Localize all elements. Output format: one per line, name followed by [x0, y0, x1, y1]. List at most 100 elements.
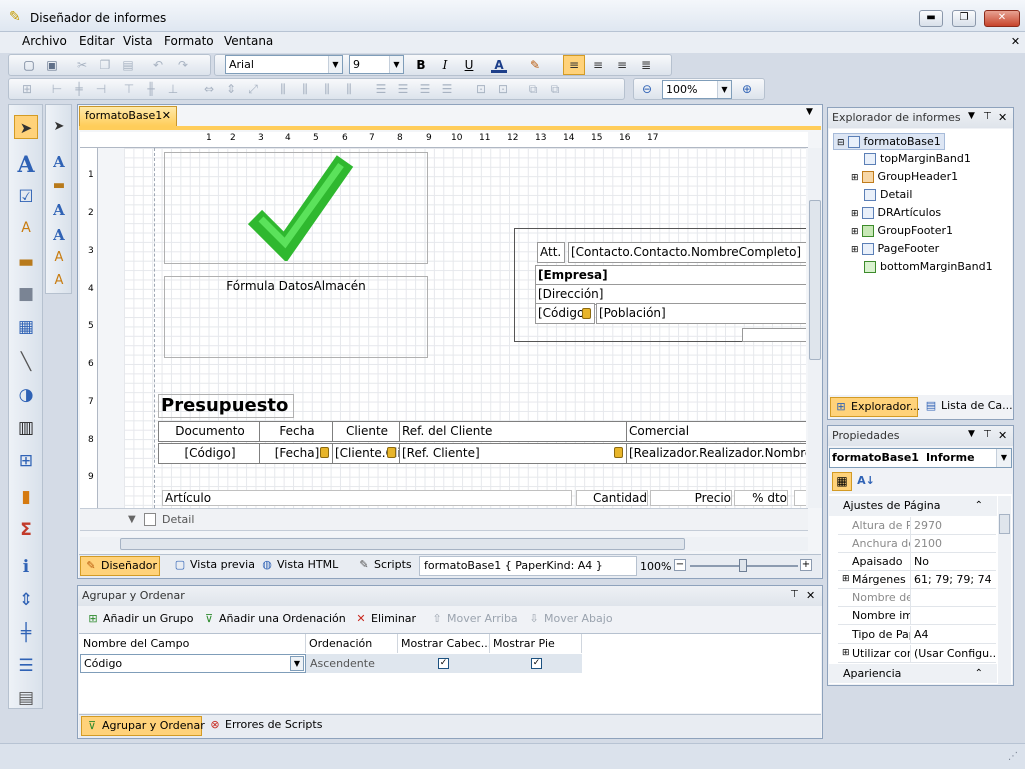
align-rights-icon[interactable]: ⊣: [93, 81, 109, 97]
value-cliente[interactable]: [Cliente.Cli: [332, 443, 400, 464]
font-color-button[interactable]: A: [491, 57, 507, 73]
v-spacing-equal-icon[interactable]: ☰: [373, 81, 389, 97]
menu-archivo[interactable]: Archivo: [22, 34, 67, 48]
address-panel[interactable]: Att. [Contacto.Contacto.NombreCompleto] …: [514, 228, 806, 342]
add-sort-button[interactable]: ⊽ Añadir una Ordenación: [199, 610, 347, 630]
tree-groupheader1[interactable]: ⊞ GroupHeader1: [851, 170, 958, 183]
object-selector[interactable]: formatoBase1 Informe ▼: [829, 448, 1012, 468]
zoom-combo[interactable]: 100% ▼: [662, 80, 732, 99]
category-ajustes[interactable]: Ajustes de Página ⌃: [829, 496, 997, 516]
prop-tipo-papel[interactable]: Tipo de Pap A4: [838, 626, 996, 644]
highlight-icon[interactable]: ✎: [527, 57, 543, 73]
label2-icon[interactable]: A: [49, 152, 69, 172]
v-spacing-inc-icon[interactable]: ☰: [395, 81, 411, 97]
center-h-icon[interactable]: ⊡: [473, 81, 489, 97]
tree-formatobase1[interactable]: ⊟ formatoBase1: [833, 133, 945, 150]
tab-formatobase1[interactable]: formatoBase1 ✕: [79, 106, 177, 126]
align-left-button[interactable]: ≡: [563, 55, 585, 75]
font-size-combo[interactable]: 9 ▼: [349, 55, 404, 74]
prop-nombre-imp[interactable]: Nombre imp: [838, 607, 996, 625]
panel-close-icon[interactable]: ✕: [806, 589, 815, 602]
horizontal-scrollbar[interactable]: [80, 537, 808, 551]
trailing-field[interactable]: [C: [742, 328, 806, 342]
panel-tool-icon[interactable]: ■: [14, 282, 38, 306]
new-icon[interactable]: ▢: [21, 57, 37, 73]
save-icon[interactable]: ▣: [44, 57, 60, 73]
value-codigo[interactable]: [Código]: [158, 443, 260, 464]
prop-apaisado[interactable]: Apaisado No: [838, 553, 996, 571]
field-select[interactable]: Código ▼: [80, 654, 306, 673]
menu-vista[interactable]: Vista: [123, 34, 153, 48]
v-spacing-dec-icon[interactable]: ☰: [417, 81, 433, 97]
tree-detail[interactable]: Detail: [864, 188, 912, 201]
header-ref-cliente[interactable]: Ref. del Cliente: [399, 421, 627, 442]
tree-pagefooter[interactable]: ⊞ PageFooter: [851, 242, 939, 255]
pagebreak-tool-icon[interactable]: ⇕: [14, 588, 38, 612]
vertical-scrollbar[interactable]: [808, 148, 822, 508]
chart-tool-icon[interactable]: ▮: [14, 485, 38, 509]
tab-vista-previa[interactable]: ▢ Vista previa: [170, 556, 256, 576]
tab-scripts[interactable]: ✎ Scripts: [354, 556, 414, 576]
property-scroll-thumb[interactable]: [999, 514, 1010, 534]
maximize-button[interactable]: ❐: [952, 10, 976, 27]
detail-precio[interactable]: Precio: [650, 490, 732, 506]
tree-groupfooter1[interactable]: ⊞ GroupFooter1: [851, 224, 953, 237]
align-right-icon[interactable]: ≡: [614, 57, 630, 73]
checkbox-tool-icon[interactable]: ☑: [14, 185, 38, 209]
tab-explorador[interactable]: ⊞ Explorador...: [830, 397, 920, 417]
pin-icon[interactable]: ⊤: [790, 589, 799, 600]
pointer-tool-icon[interactable]: ➤: [14, 115, 38, 139]
align-centers-icon[interactable]: ╪: [71, 81, 87, 97]
categorized-icon[interactable]: ▦: [832, 472, 852, 491]
same-height-icon[interactable]: ⇕: [223, 81, 239, 97]
zoom-plus-button[interactable]: +: [800, 559, 812, 571]
band-detail-label[interactable]: Detail: [162, 513, 194, 526]
justify-icon[interactable]: ≣: [638, 57, 654, 73]
prop-altura[interactable]: Altura de Pá2970: [838, 517, 996, 535]
dropdown-icon[interactable]: ▼: [968, 429, 975, 439]
delete-button[interactable]: ✕ Eliminar: [351, 610, 417, 630]
value-fecha[interactable]: [Fecha]: [259, 443, 333, 464]
tab-agrupar-ordenar[interactable]: ⊽ Agrupar y Ordenar: [81, 716, 205, 736]
h-spacing-inc-icon[interactable]: ⫼: [297, 81, 313, 97]
contacto-field[interactable]: [Contacto.Contacto.NombreCompleto]: [568, 242, 806, 263]
pageinfo-tool-icon[interactable]: ℹ: [14, 555, 38, 579]
band-collapse-icon[interactable]: ▼: [128, 514, 136, 525]
header-comercial[interactable]: Comercial: [626, 421, 806, 442]
align-middles-icon[interactable]: ╫: [143, 81, 159, 97]
label4-icon[interactable]: A: [49, 225, 69, 245]
logo-box[interactable]: [164, 152, 428, 264]
panel-close-icon[interactable]: ✕: [998, 429, 1007, 442]
v-spacing-remove-icon[interactable]: ☰: [439, 81, 455, 97]
tab-errores-scripts[interactable]: ⊗ Errores de Scripts: [205, 716, 322, 736]
menu-editar[interactable]: Editar: [79, 34, 115, 48]
h-spacing-equal-icon[interactable]: ⫼: [275, 81, 291, 97]
richtext2-icon[interactable]: A: [49, 248, 69, 268]
send-back-icon[interactable]: ⧉: [547, 81, 563, 97]
redo-icon[interactable]: ↷: [175, 57, 191, 73]
sort-order-cell[interactable]: Ascendente: [306, 654, 398, 673]
copy-icon[interactable]: ❐: [97, 57, 113, 73]
italic-button[interactable]: I: [437, 57, 453, 73]
zoom-slider-thumb[interactable]: [739, 559, 747, 572]
tree-drarticulos[interactable]: ⊞ DRArtículos: [851, 206, 941, 219]
label-tool-icon[interactable]: A: [14, 153, 38, 177]
prop-anchura[interactable]: Anchura de 2100: [838, 535, 996, 553]
detail-extra-cell[interactable]: [794, 490, 806, 506]
subreport-tool-icon[interactable]: ▤: [14, 686, 38, 710]
codigo-postal-field[interactable]: [Código: [535, 303, 595, 324]
crossband-line-icon[interactable]: ╪: [14, 621, 38, 645]
vscroll-thumb[interactable]: [809, 200, 821, 360]
barcode-tool-icon[interactable]: ▥: [14, 416, 38, 440]
prop-margenes[interactable]: Márgenes 61; 79; 79; 74 ⊞: [838, 571, 996, 589]
detail-articulo[interactable]: Artículo: [162, 490, 572, 506]
prop-nombre-del[interactable]: Nombre del: [838, 589, 996, 607]
zoom-out-icon[interactable]: ⊖: [639, 81, 655, 97]
label3-icon[interactable]: A: [49, 200, 69, 220]
shape-tool-icon[interactable]: ◑: [14, 383, 38, 407]
category-apariencia[interactable]: Apariencia ⌃: [829, 664, 997, 683]
att-label[interactable]: Att.: [537, 242, 565, 263]
h-spacing-dec-icon[interactable]: ⫼: [319, 81, 335, 97]
add-group-button[interactable]: ⊞ Añadir un Grupo: [83, 610, 193, 630]
menu-ventana[interactable]: Ventana: [224, 34, 273, 48]
